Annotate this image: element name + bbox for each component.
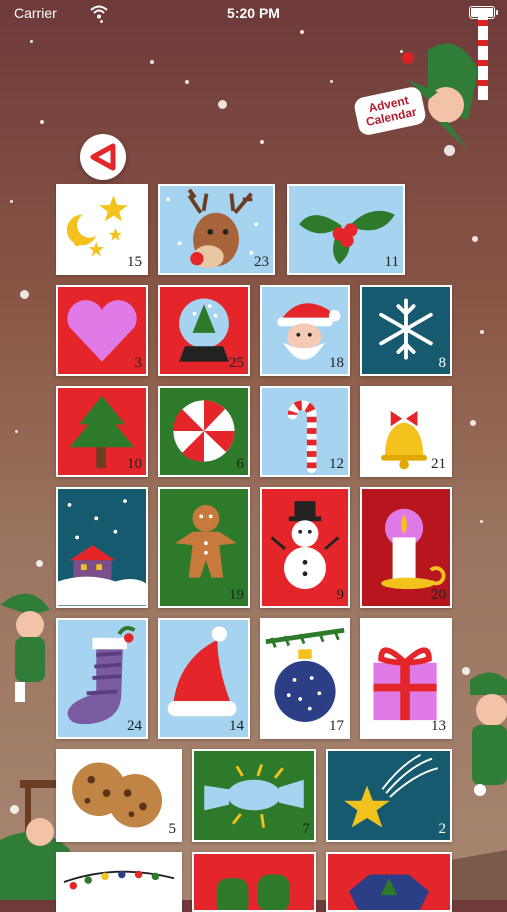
snowflake-icon xyxy=(379,298,433,360)
day-number: 15 xyxy=(127,254,142,270)
door-24[interactable]: 24 xyxy=(56,618,148,739)
door-6[interactable]: 6 xyxy=(158,386,250,477)
door-18[interactable]: 18 xyxy=(260,285,350,376)
day-number: 23 xyxy=(254,254,269,270)
door-7[interactable]: 7 xyxy=(192,749,316,842)
door-20[interactable]: 20 xyxy=(360,487,452,608)
heart-icon xyxy=(67,300,137,362)
door-9[interactable]: 9 xyxy=(260,487,350,608)
door-23[interactable]: 23 xyxy=(158,184,275,275)
elf-left-decoration xyxy=(0,585,60,705)
snowy-house-icon xyxy=(58,499,146,606)
door-14[interactable]: 14 xyxy=(158,618,250,739)
door-4[interactable]: 4 xyxy=(56,487,148,608)
door-10[interactable]: 10 xyxy=(56,386,148,477)
door-5[interactable]: 5 xyxy=(56,749,182,842)
door-11[interactable]: 11 xyxy=(287,184,405,275)
day-number: 25 xyxy=(229,355,244,371)
day-number: 3 xyxy=(134,355,143,371)
day-number: 11 xyxy=(384,254,399,270)
door-25[interactable]: 25 xyxy=(158,285,250,376)
day-number: 9 xyxy=(336,587,345,603)
day-number: 8 xyxy=(438,355,447,371)
day-number: 19 xyxy=(229,587,244,603)
door-15[interactable]: 15 xyxy=(56,184,148,275)
door-17[interactable]: 17 xyxy=(260,618,350,739)
hanging-elf-decoration xyxy=(398,10,507,160)
door-8[interactable]: 8 xyxy=(360,285,452,376)
day-number: 7 xyxy=(302,821,311,837)
string-lights-icon xyxy=(63,870,175,890)
day-number: 10 xyxy=(127,456,142,472)
door-3[interactable]: 3 xyxy=(56,285,148,376)
day-number: 6 xyxy=(236,456,245,472)
door-sweater[interactable] xyxy=(326,852,452,912)
door-12[interactable]: 12 xyxy=(260,386,350,477)
day-number: 2 xyxy=(438,821,447,837)
back-arrow-icon xyxy=(90,143,116,171)
day-number: 18 xyxy=(329,355,344,371)
door-2[interactable]: 2 xyxy=(326,749,452,842)
day-number: 17 xyxy=(329,718,344,734)
door-21[interactable]: 21 xyxy=(360,386,452,477)
door-13[interactable]: 13 xyxy=(360,618,452,739)
day-number: 14 xyxy=(229,718,244,734)
day-number: 12 xyxy=(329,456,344,472)
door-19[interactable]: 19 xyxy=(158,487,250,608)
sweater-icon xyxy=(348,874,430,910)
day-number: 13 xyxy=(431,718,446,734)
mittens-icon xyxy=(216,874,290,910)
cookies-icon xyxy=(72,762,163,828)
day-number: 21 xyxy=(431,456,446,472)
peppermint-icon xyxy=(173,400,235,462)
shooting-star-icon xyxy=(344,753,439,828)
snowman-icon xyxy=(270,501,340,590)
day-number: 5 xyxy=(168,821,177,837)
door-mittens[interactable] xyxy=(192,852,316,912)
back-button[interactable] xyxy=(80,134,126,180)
candy-icon xyxy=(204,763,304,828)
day-number: 4 xyxy=(134,587,143,603)
day-number: 20 xyxy=(431,587,446,603)
door-string-lights[interactable] xyxy=(56,852,182,912)
day-number: 24 xyxy=(127,718,142,734)
